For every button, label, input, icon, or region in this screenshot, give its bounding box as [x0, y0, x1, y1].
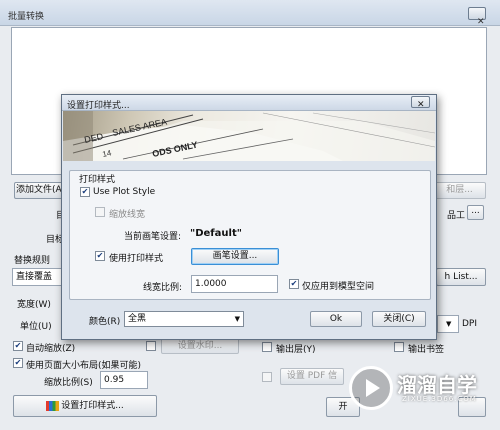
merge-layer-label: 和层... [446, 185, 473, 195]
zoom-ratio-input[interactable]: 0.95 [100, 371, 148, 389]
scale-lineweight-checkbox[interactable]: ✔ [95, 207, 105, 217]
zoom-ratio-value: 0.95 [104, 375, 125, 385]
auto-zoom-checkbox[interactable]: ✔ [13, 341, 23, 351]
dropdown-arrow-icon: ▼ [446, 320, 452, 328]
pen-settings-button[interactable]: 画笔设置... [191, 248, 279, 265]
pen-settings-label: 画笔设置... [212, 251, 258, 261]
output-layer-label: 输出层(Y) [276, 345, 316, 355]
set-pdf-button[interactable]: 设置 PDF 信 [280, 368, 344, 385]
set-pdf-label: 设置 PDF 信 [286, 371, 338, 381]
watermark-button[interactable]: 设置水印... [161, 338, 239, 354]
use-page-size-checkbox[interactable]: ✔ [13, 358, 23, 368]
model-space-only-checkbox[interactable]: ✔ [289, 279, 299, 289]
dialog-cancel-label: 关闭(C) [383, 314, 415, 324]
dialog-title: 设置打印样式... [67, 101, 130, 111]
line-ratio-label: 线宽比例: [143, 283, 183, 293]
replace-rule-value: 直接覆盖 [16, 272, 53, 282]
dialog-cancel-button[interactable]: 关闭(C) [372, 311, 426, 327]
color-label: 颜色(R) [89, 317, 121, 327]
output-bookmark-label: 输出书签 [408, 345, 445, 355]
main-close-button[interactable]: ✕ [468, 7, 486, 27]
dpi-select[interactable]: ▼ [437, 315, 459, 333]
dialog-close-button[interactable]: ✕ [411, 96, 430, 110]
start-button-label: 开 [338, 402, 348, 412]
watermark-play-icon [349, 366, 393, 410]
dpi-label: DPI [462, 319, 478, 329]
set-pdf-checkbox[interactable]: ✔ [262, 372, 272, 382]
current-pen-value: "Default" [190, 228, 242, 239]
group-title: 打印样式 [79, 175, 116, 185]
plot-style-button[interactable]: 设置打印样式... [13, 395, 157, 417]
scale-lineweight-label: 缩放线宽 [109, 210, 146, 220]
tool-label: 品工 [447, 211, 466, 221]
ok-label: Ok [329, 314, 343, 324]
close-icon: ✕ [417, 100, 425, 110]
use-print-style-label: 使用打印样式 [109, 254, 164, 264]
plot-style-button-label: 设置打印样式... [61, 401, 124, 411]
palette-icon [46, 400, 60, 411]
output-layer-checkbox[interactable]: ✔ [262, 342, 272, 352]
color-value: 全黑 [128, 314, 147, 324]
use-page-size-label: 使用页面大小布局(如果可能) [26, 361, 142, 371]
width-label: 宽度(W) [17, 300, 51, 310]
use-print-style-checkbox[interactable]: ✔ [95, 251, 105, 261]
plot-style-dialog: 设置打印样式... ✕ DED SALES AREA ODS ONLY 14 打… [61, 94, 437, 340]
replace-rule-select[interactable]: 直接覆盖 [12, 268, 62, 286]
auto-zoom-label: 自动缩放(Z) [26, 344, 76, 354]
use-plot-style-label: Use Plot Style [93, 187, 156, 197]
merge-layer-button[interactable]: 和层... [433, 182, 486, 199]
play-icon [366, 379, 380, 397]
watermark-button-label: 设置水印... [177, 341, 223, 351]
current-pen-label: 当前画笔设置: [124, 232, 182, 242]
path-list-button[interactable]: h List... [436, 268, 486, 286]
banner-image: DED SALES AREA ODS ONLY 14 [63, 111, 435, 161]
browse-button[interactable]: ... [467, 205, 484, 220]
watermark-brand: 溜溜自学 [397, 373, 477, 397]
use-plot-style-checkbox[interactable]: ✔ [80, 187, 90, 197]
dropdown-arrow-icon: ▼ [234, 315, 240, 323]
line-ratio-value: 1.0000 [195, 279, 227, 289]
output-bookmark-checkbox[interactable]: ✔ [394, 342, 404, 352]
color-select[interactable]: 全黑 ▼ [124, 311, 244, 327]
ok-button[interactable]: Ok [310, 311, 362, 327]
model-space-only-label: 仅应用到模型空间 [302, 282, 375, 292]
path-list-label: h List... [444, 272, 478, 282]
line-ratio-input[interactable]: 1.0000 [191, 275, 278, 293]
watermark-checkbox[interactable]: ✔ [146, 341, 156, 351]
watermark-url: ZIXUE.3D66.COM [402, 395, 477, 403]
blueprint-illustration: DED SALES AREA ODS ONLY 14 [63, 111, 435, 161]
dialog-title-bar: 设置打印样式... ✕ [62, 95, 436, 111]
replace-rule-label: 替换规则 [14, 256, 51, 266]
browse-label: ... [471, 206, 480, 216]
main-title-bar: 批量转换 ✕ [0, 0, 500, 27]
unit-label: 单位(U) [20, 322, 52, 332]
zoom-ratio-label: 缩放比例(S) [44, 378, 93, 388]
main-title: 批量转换 [8, 12, 45, 22]
